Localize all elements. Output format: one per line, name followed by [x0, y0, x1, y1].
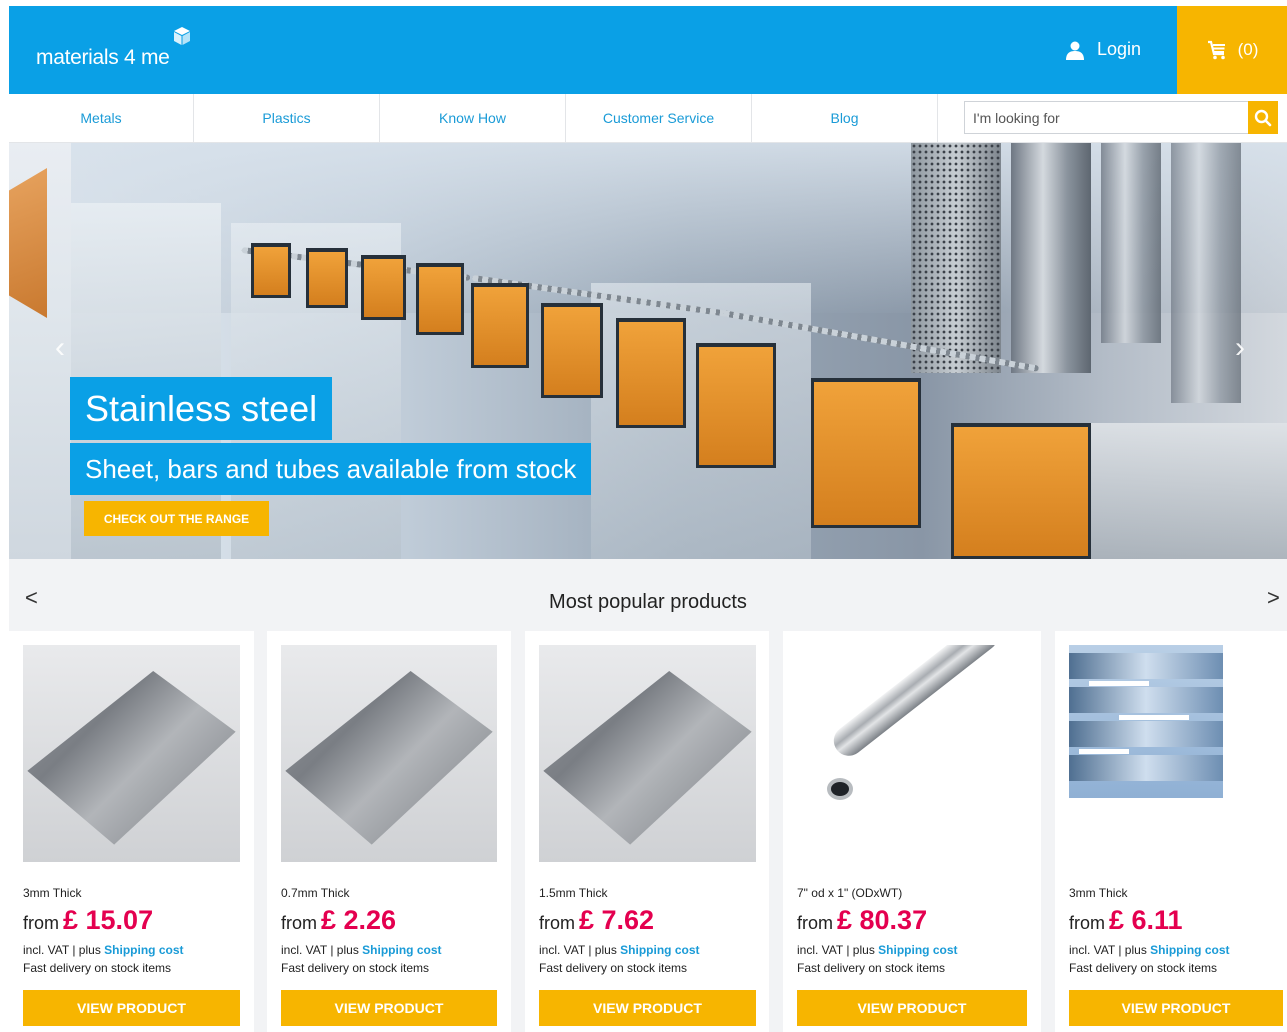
vat-note: incl. VAT | plus Shipping cost	[539, 943, 700, 957]
view-product-button[interactable]: VIEW PRODUCT	[797, 990, 1027, 1026]
nav-item-label: Plastics	[262, 110, 311, 126]
view-product-button[interactable]: VIEW PRODUCT	[539, 990, 756, 1026]
page: materials 4 me Login (0) Metals Plastics…	[9, 6, 1287, 1032]
product-image-bar-stack[interactable]	[1069, 645, 1223, 798]
delivery-note: Fast delivery on stock items	[23, 961, 172, 975]
vat-label: incl. VAT | plus	[281, 943, 359, 957]
nav-item-plastics[interactable]: Plastics	[194, 94, 380, 142]
nav-item-label: Know How	[439, 110, 506, 126]
nav-item-label: Blog	[830, 110, 859, 126]
logo[interactable]: materials 4 me	[36, 27, 190, 70]
nav-item-metals[interactable]: Metals	[9, 94, 194, 142]
product-card[interactable]: 7" od x 1" (ODxWT) from £ 80.37 incl. VA…	[783, 631, 1041, 1032]
price-from-label: from	[281, 913, 317, 933]
vat-note: incl. VAT | plus Shipping cost	[1069, 943, 1230, 957]
price-amount: £ 2.26	[321, 905, 397, 935]
check-out-range-button[interactable]: CHECK OUT THE RANGE	[84, 501, 269, 536]
product-card[interactable]: 0.7mm Thick from £ 2.26 incl. VAT | plus…	[267, 631, 511, 1032]
site-header: materials 4 me Login (0)	[9, 6, 1287, 94]
delivery-note: Fast delivery on stock items	[281, 961, 430, 975]
product-image-sheet[interactable]	[281, 645, 497, 862]
shipping-cost-link[interactable]: Shipping cost	[104, 943, 183, 957]
price-from-label: from	[1069, 913, 1105, 933]
price-amount: £ 7.62	[579, 905, 655, 935]
vat-label: incl. VAT | plus	[539, 943, 617, 957]
product-image-sheet[interactable]	[539, 645, 756, 862]
product-name: 3mm Thick	[23, 886, 82, 900]
hero-next-arrow[interactable]: ›	[1235, 331, 1245, 365]
search-input[interactable]	[964, 101, 1249, 134]
hero-title: Stainless steel	[70, 377, 333, 440]
chevron-left-icon: ‹	[55, 331, 65, 364]
view-product-button[interactable]: VIEW PRODUCT	[281, 990, 497, 1026]
section-title: Most popular products	[549, 591, 747, 613]
delivery-note: Fast delivery on stock items	[1069, 961, 1218, 975]
hero-image-stainless-steel	[71, 143, 1287, 559]
view-product-button[interactable]: VIEW PRODUCT	[1069, 990, 1283, 1026]
search-box	[964, 101, 1287, 134]
product-card[interactable]: 3mm Thick from £ 6.11 incl. VAT | plus S…	[1055, 631, 1287, 1032]
nav-item-know-how[interactable]: Know How	[380, 94, 566, 142]
view-product-button[interactable]: VIEW PRODUCT	[23, 990, 240, 1026]
search-icon	[1254, 109, 1272, 126]
product-name: 3mm Thick	[1069, 886, 1128, 900]
search-button[interactable]	[1248, 101, 1278, 134]
vat-note: incl. VAT | plus Shipping cost	[23, 943, 184, 957]
shipping-cost-link[interactable]: Shipping cost	[620, 943, 699, 957]
price-from-label: from	[797, 913, 833, 933]
product-price: from £ 7.62	[539, 905, 654, 936]
hero-carousel: ‹ › Stainless steel Sheet, bars and tube…	[9, 143, 1287, 559]
cart-icon	[1207, 40, 1225, 60]
nav-item-customer-service[interactable]: Customer Service	[566, 94, 752, 142]
delivery-note: Fast delivery on stock items	[797, 961, 946, 975]
cart-count: (0)	[1237, 40, 1259, 59]
chevron-right-icon: ›	[1235, 331, 1245, 364]
nav-item-blog[interactable]: Blog	[752, 94, 938, 142]
products-next-arrow[interactable]: >	[1267, 585, 1280, 611]
hero-prev-arrow[interactable]: ‹	[55, 331, 65, 365]
product-card[interactable]: 1.5mm Thick from £ 7.62 incl. VAT | plus…	[525, 631, 769, 1032]
user-icon	[1066, 41, 1084, 60]
price-amount: £ 15.07	[63, 905, 154, 935]
product-name: 1.5mm Thick	[539, 886, 608, 900]
logo-text: materials 4 me	[36, 46, 170, 69]
hero-subtitle: Sheet, bars and tubes available from sto…	[70, 443, 592, 495]
product-image-sheet[interactable]	[23, 645, 240, 862]
vat-label: incl. VAT | plus	[1069, 943, 1147, 957]
cart-button[interactable]: (0)	[1177, 6, 1287, 94]
price-from-label: from	[23, 913, 59, 933]
price-from-label: from	[539, 913, 575, 933]
vat-label: incl. VAT | plus	[23, 943, 101, 957]
nav-item-label: Customer Service	[602, 110, 715, 126]
product-card[interactable]: 3mm Thick from £ 15.07 incl. VAT | plus …	[9, 631, 254, 1032]
shipping-cost-link[interactable]: Shipping cost	[1150, 943, 1229, 957]
price-amount: £ 80.37	[837, 905, 928, 935]
product-price: from £ 2.26	[281, 905, 396, 936]
shipping-cost-link[interactable]: Shipping cost	[362, 943, 441, 957]
product-price: from £ 80.37	[797, 905, 927, 936]
product-name: 0.7mm Thick	[281, 886, 350, 900]
product-price: from £ 15.07	[23, 905, 153, 936]
login-label: Login	[1097, 39, 1142, 59]
shipping-cost-link[interactable]: Shipping cost	[878, 943, 957, 957]
vat-note: incl. VAT | plus Shipping cost	[797, 943, 958, 957]
delivery-note: Fast delivery on stock items	[539, 961, 688, 975]
vat-note: incl. VAT | plus Shipping cost	[281, 943, 442, 957]
product-price: from £ 6.11	[1069, 905, 1183, 936]
price-amount: £ 6.11	[1109, 905, 1183, 935]
popular-products-header: < Most popular products >	[9, 559, 1287, 631]
login-button[interactable]: Login	[1065, 39, 1141, 60]
vat-label: incl. VAT | plus	[797, 943, 875, 957]
product-name: 7" od x 1" (ODxWT)	[797, 886, 903, 900]
logo-cube-icon	[173, 27, 190, 45]
nav-item-label: Metals	[80, 110, 122, 126]
product-image-tube[interactable]	[797, 645, 1027, 862]
main-nav: Metals Plastics Know How Customer Servic…	[9, 94, 1287, 143]
